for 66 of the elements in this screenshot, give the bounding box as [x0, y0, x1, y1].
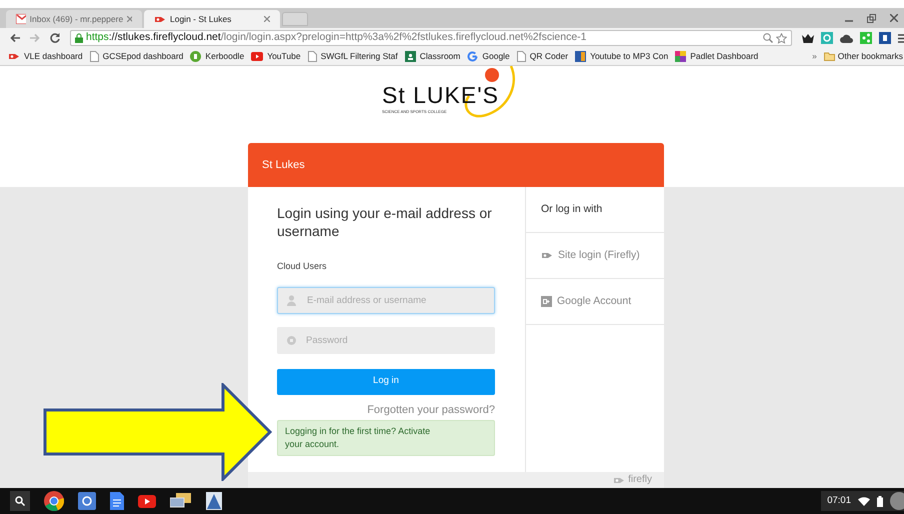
page-icon: [516, 51, 526, 62]
folder-icon: [824, 52, 835, 61]
wifi-icon: [858, 496, 870, 506]
url-text: https://stlukes.fireflycloud.net/login/login.aspx?prelogin=http%3a%2f%2fstlukes.fireflycloud.net%2fscience-1: [86, 30, 588, 46]
bookmark-item[interactable]: Youtube to MP3 Con: [575, 50, 668, 63]
zoom-icon[interactable]: [763, 33, 773, 43]
mountain-icon[interactable]: [206, 492, 222, 510]
monitors-icon[interactable]: [170, 493, 192, 509]
restore-icon[interactable]: [867, 14, 876, 22]
star-icon[interactable]: [776, 32, 787, 44]
page-icon: [308, 51, 317, 62]
user-icon: [287, 294, 296, 306]
bookmark-item[interactable]: GCSEpod dashboard: [90, 50, 184, 63]
bookmark-item[interactable]: Padlet Dashboard: [675, 50, 758, 63]
card-footer: firefly: [248, 472, 664, 488]
page-icon: [90, 51, 99, 62]
mail-icon: [16, 14, 26, 24]
lock-icon: [75, 33, 83, 43]
alt-login-title: Or log in with: [541, 202, 602, 217]
activation-notice: Logging in for the first time? Activate your account.: [277, 420, 495, 456]
battery-icon: [877, 496, 883, 506]
firefly-icon: [8, 52, 20, 61]
bookmark-item[interactable]: Kerboodle: [190, 50, 244, 63]
close-icon[interactable]: [127, 16, 132, 22]
back-icon[interactable]: [10, 33, 20, 43]
bookmark-folder[interactable]: Other bookmarks: [824, 50, 903, 63]
bookmark-item[interactable]: SWGfL Filtering Staf: [308, 50, 398, 63]
section-label: Cloud Users: [277, 260, 328, 273]
email-field[interactable]: E-mail address or username: [277, 286, 495, 314]
crown-icon[interactable]: [802, 33, 814, 43]
login-heading: Login using your e-mail address or username: [277, 204, 493, 240]
play-icon: [251, 52, 264, 61]
forgot-password-link[interactable]: Forgotten your password?: [367, 404, 495, 416]
bookmark-item[interactable]: VLE dashboard: [8, 50, 83, 63]
close-icon[interactable]: [264, 16, 270, 22]
avatar-icon: [890, 492, 904, 510]
bookmark-item[interactable]: Classroom: [404, 50, 460, 63]
menu-icon[interactable]: [898, 34, 904, 42]
firefly-logo-icon: [613, 476, 626, 484]
reload-icon[interactable]: [50, 33, 60, 43]
bookmark-item[interactable]: Google: [467, 50, 510, 63]
chrome-icon[interactable]: [44, 491, 64, 511]
browser-tab[interactable]: Inbox (469) - mr.peppere: [6, 10, 142, 28]
alt-login-option[interactable]: Site login (Firefly): [526, 233, 664, 279]
overflow-chevron[interactable]: »: [812, 50, 817, 63]
status-area[interactable]: 07:01: [821, 491, 904, 511]
play-icon[interactable]: [138, 494, 156, 508]
classroom-icon: [404, 51, 416, 62]
bookmark-item[interactable]: YouTube: [251, 50, 301, 63]
close-icon[interactable]: [890, 14, 898, 22]
firefly-icon: [154, 14, 166, 24]
card-header: St Lukes: [248, 143, 664, 187]
padlet-icon: [675, 51, 686, 62]
search-button[interactable]: [10, 491, 30, 511]
bookmark-item[interactable]: QR Coder: [516, 50, 568, 63]
share-icon[interactable]: [860, 32, 872, 44]
firefly-icon: [541, 251, 553, 260]
address-field[interactable]: https://stlukes.fireflycloud.net/login/login.aspx?prelogin=http%3a%2f%2fstlukes.fireflycloud.net%2fscience-1: [70, 30, 792, 46]
alt-login-option[interactable]: Google Account: [526, 279, 664, 325]
cloud-icon[interactable]: [840, 34, 853, 42]
password-field[interactable]: Password: [277, 326, 495, 354]
document-icon[interactable]: [110, 492, 124, 510]
browser-tab[interactable]: Login - St Lukes: [144, 10, 280, 28]
google-icon: [467, 51, 478, 62]
lock-icon: [287, 336, 296, 344]
search-icon: [15, 496, 25, 506]
